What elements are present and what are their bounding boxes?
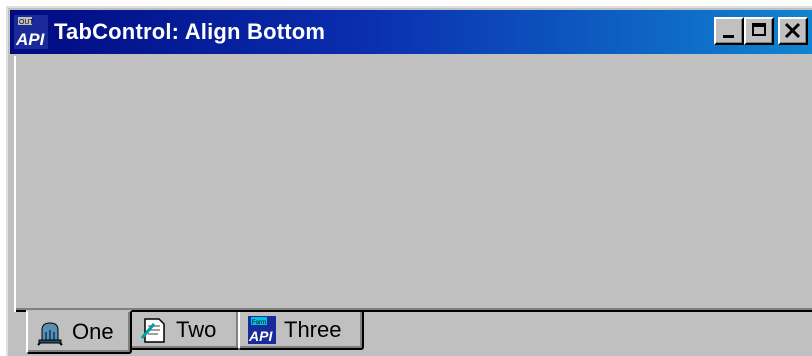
svg-text:OUT: OUT bbox=[19, 19, 35, 26]
tab-three[interactable]: Form API Three bbox=[238, 312, 364, 350]
document-icon bbox=[140, 318, 165, 343]
minimize-button[interactable] bbox=[714, 17, 744, 45]
svg-text:API: API bbox=[248, 328, 273, 344]
app-window: OUT API TabControl: Align Bottom One Two… bbox=[6, 6, 812, 356]
tab-one[interactable]: One bbox=[26, 310, 132, 354]
title-bar[interactable]: OUT API TabControl: Align Bottom bbox=[10, 10, 812, 54]
tab-one-label: One bbox=[72, 319, 114, 344]
maximize-icon bbox=[752, 23, 766, 36]
caption-buttons bbox=[714, 17, 808, 45]
tab-two[interactable]: Two bbox=[130, 312, 240, 350]
minimize-icon bbox=[723, 35, 734, 38]
api-icon: Form API bbox=[248, 316, 276, 344]
window-title: TabControl: Align Bottom bbox=[54, 19, 326, 44]
tab-control: One Two Form API Three bbox=[10, 56, 812, 356]
close-button[interactable] bbox=[778, 17, 808, 45]
svg-text:Form: Form bbox=[252, 320, 266, 326]
maximize-button[interactable] bbox=[744, 17, 774, 45]
bell-icon bbox=[37, 322, 63, 346]
api-app-icon: OUT API bbox=[14, 15, 48, 49]
close-icon bbox=[784, 22, 801, 39]
svg-text:API: API bbox=[15, 30, 46, 49]
tab-three-label: Three bbox=[284, 317, 342, 342]
panel-left-border bbox=[14, 56, 16, 312]
tab-two-label: Two bbox=[176, 317, 217, 342]
